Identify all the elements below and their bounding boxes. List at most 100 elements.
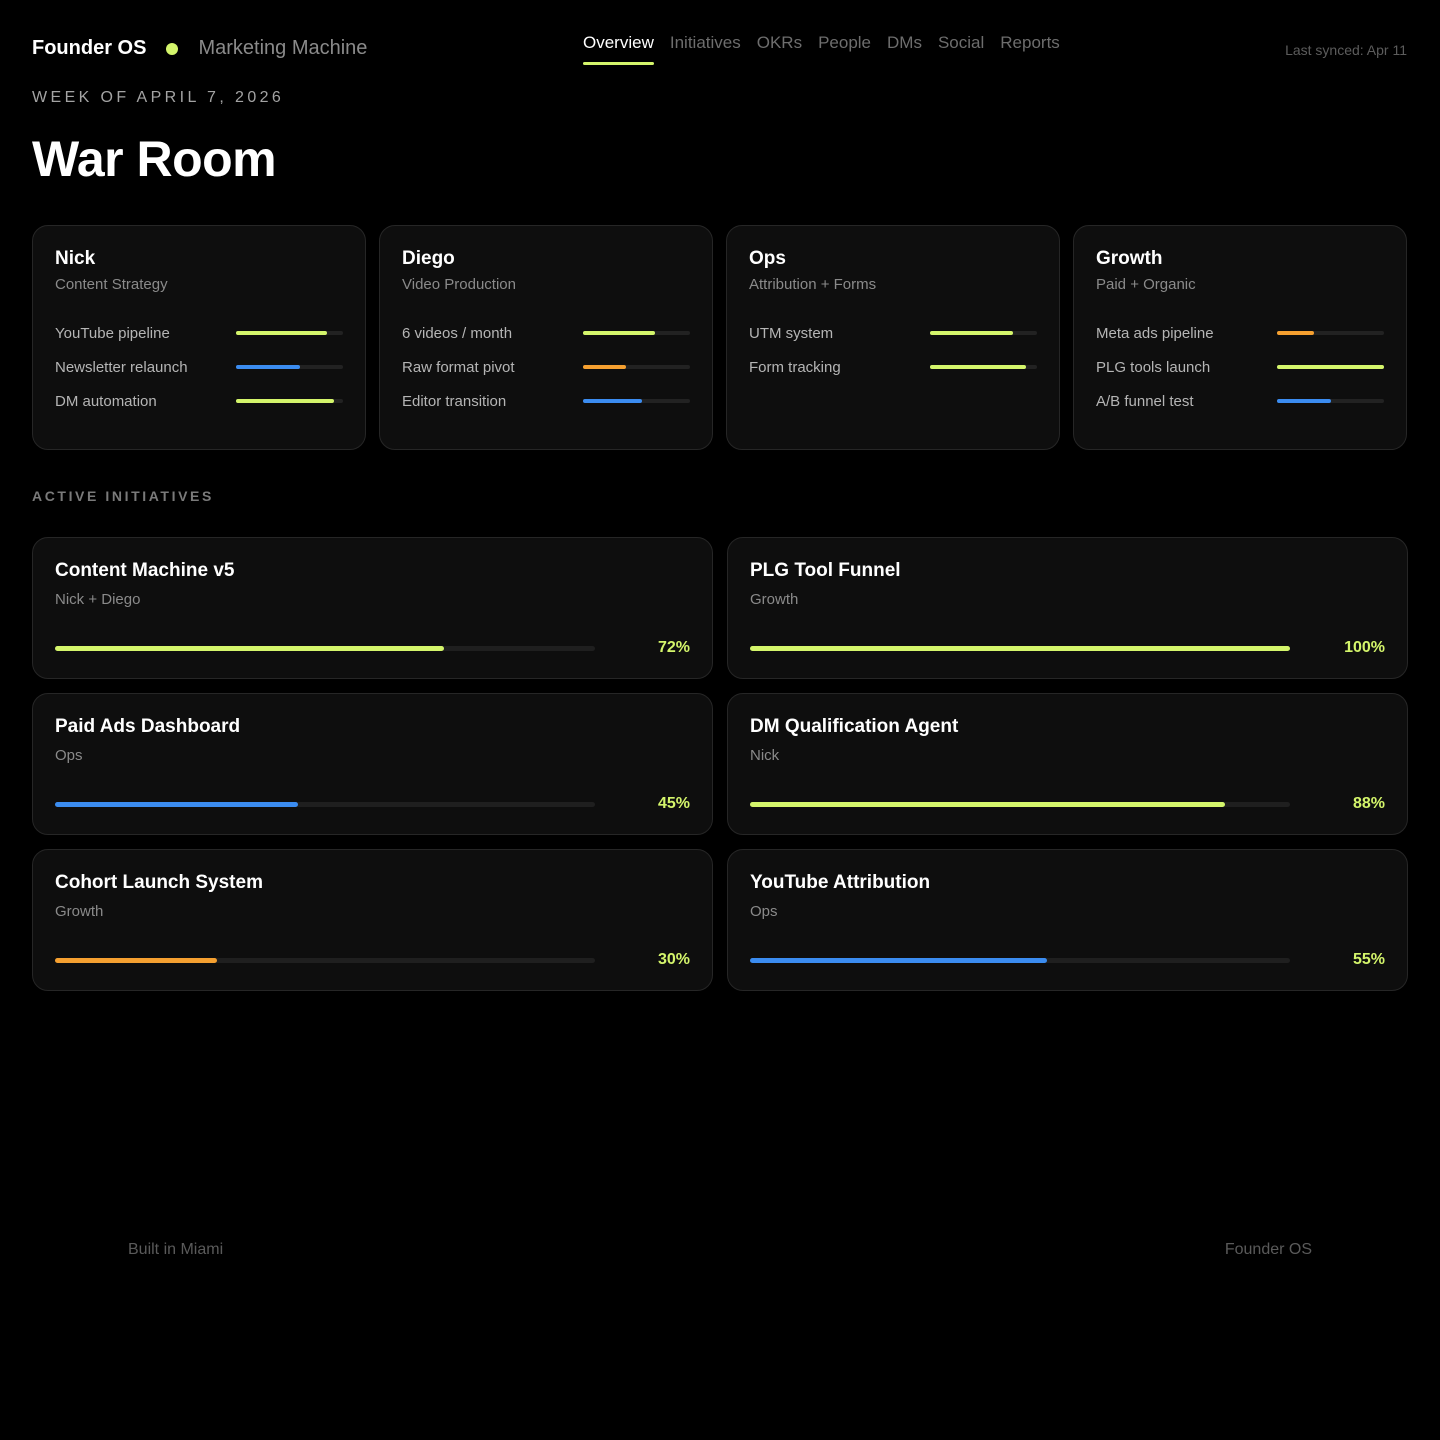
progress-fill [236,331,327,335]
team-item[interactable]: PLG tools launch [1096,350,1384,384]
progress-track [930,365,1037,369]
team-item-label: YouTube pipeline [55,324,170,342]
progress-percent: 55% [1352,951,1385,968]
team-card-growth[interactable]: Growth Paid + Organic Meta ads pipeline PLG… [1073,225,1407,450]
progress-track [55,802,595,807]
team-item-label: Form tracking [749,358,841,376]
progress-track [55,646,595,651]
team-focus: Video Production [402,276,516,293]
team-card-nick[interactable]: Nick Content Strategy YouTube pipeline News… [32,225,366,450]
brand-bar: Founder OS Marketing Machine [32,37,367,60]
progress-fill [1277,365,1384,369]
progress-fill [1277,331,1315,335]
initiative-owner: Nick [750,747,780,764]
progress-track [1277,399,1384,403]
team-item-label: A/B funnel test [1096,392,1194,410]
progress-track [583,331,690,335]
initiative-owner: Growth [55,903,104,920]
team-item-label: PLG tools launch [1096,358,1211,376]
initiative-card[interactable]: Cohort Launch System Growth 30% [32,849,713,991]
tab-initiatives[interactable]: Initiatives [670,33,741,65]
initiative-title: Content Machine v5 [55,560,235,581]
initiative-title: Cohort Launch System [55,872,263,893]
team-item[interactable]: Meta ads pipeline [1096,316,1384,350]
footer-right: Founder OS [1224,1241,1312,1258]
progress-fill [583,331,655,335]
team-item[interactable]: 6 videos / month [402,316,690,350]
team-name: Growth [1096,248,1163,269]
initiative-owner: Ops [750,903,778,920]
tab-overview[interactable]: Overview [583,33,654,65]
initiative-card[interactable]: DM Qualification Agent Nick 88% [727,693,1408,835]
team-item-label: Editor transition [402,392,507,410]
progress-fill [750,646,1290,651]
team-card-diego[interactable]: Diego Video Production 6 videos / month Raw… [379,225,713,450]
team-item[interactable]: A/B funnel test [1096,384,1384,418]
initiative-title: YouTube Attribution [750,872,931,893]
progress-percent: 88% [1352,795,1385,812]
initiative-card[interactable]: Content Machine v5 Nick + Diego 72% [32,537,713,679]
team-item[interactable]: DM automation [55,384,343,418]
initiative-owner: Nick + Diego [55,591,141,608]
tab-reports[interactable]: Reports [1000,33,1060,65]
progress-percent: 72% [657,639,690,656]
team-card-ops[interactable]: Ops Attribution + Forms UTM system Form tra… [726,225,1060,450]
progress-track [930,331,1037,335]
initiative-title: Paid Ads Dashboard [55,716,241,737]
team-items-list: UTM system Form tracking [749,316,1037,384]
team-cards: Nick Content Strategy YouTube pipeline News… [32,225,1407,450]
initiatives-grid: Content Machine v5 Nick + Diego 72% PLG Too… [32,537,1408,991]
progress-fill [55,646,444,651]
brand-name[interactable]: Founder OS [32,37,146,60]
progress-fill [236,365,301,369]
team-item[interactable]: Editor transition [402,384,690,418]
tab-okrs[interactable]: OKRs [757,33,802,65]
progress-track [750,958,1290,963]
progress-fill [236,399,335,403]
progress-track [750,646,1290,651]
progress-fill [930,365,1027,369]
team-item-label: 6 videos / month [402,324,513,342]
team-name: Diego [402,248,455,269]
team-item[interactable]: Newsletter relaunch [55,350,343,384]
progress-track [236,399,343,403]
week-label: WEEK OF APRIL 7, 2026 [32,89,285,106]
tab-dms[interactable]: DMs [887,33,922,65]
progress-fill [583,365,626,369]
team-focus: Content Strategy [55,276,168,293]
tab-people[interactable]: People [818,33,871,65]
initiative-card[interactable]: PLG Tool Funnel Growth 100% [727,537,1408,679]
initiative-card[interactable]: YouTube Attribution Ops 55% [727,849,1408,991]
team-item-label: DM automation [55,392,157,410]
progress-fill [750,958,1047,963]
team-items-list: 6 videos / month Raw format pivot Editor t… [402,316,690,418]
team-items-list: YouTube pipeline Newsletter relaunch DM au… [55,316,343,418]
team-item[interactable]: UTM system [749,316,1037,350]
progress-fill [930,331,1014,335]
team-name: Nick [55,248,96,269]
progress-track [583,399,690,403]
progress-fill [1277,399,1331,403]
progress-percent: 30% [657,951,690,968]
progress-track [1277,365,1384,369]
main-nav: Overview Initiatives OKRs People DMs Social Re… [583,33,1076,65]
progress-track [1277,331,1384,335]
initiative-card[interactable]: Paid Ads Dashboard Ops 45% [32,693,713,835]
initiative-title: PLG Tool Funnel [750,560,901,581]
progress-track [55,958,595,963]
tab-social[interactable]: Social [938,33,984,65]
team-item[interactable]: YouTube pipeline [55,316,343,350]
initiative-owner: Ops [55,747,83,764]
progress-percent: 45% [657,795,690,812]
workspace-name[interactable]: Marketing Machine [198,37,367,60]
status-dot-icon [166,42,179,55]
progress-track [583,365,690,369]
team-item-label: UTM system [749,324,834,342]
team-item[interactable]: Raw format pivot [402,350,690,384]
progress-track [750,802,1290,807]
team-item-label: Newsletter relaunch [55,358,188,376]
team-item-label: Raw format pivot [402,358,515,376]
team-item[interactable]: Form tracking [749,350,1037,384]
team-item-label: Meta ads pipeline [1096,324,1214,342]
progress-track [236,365,343,369]
